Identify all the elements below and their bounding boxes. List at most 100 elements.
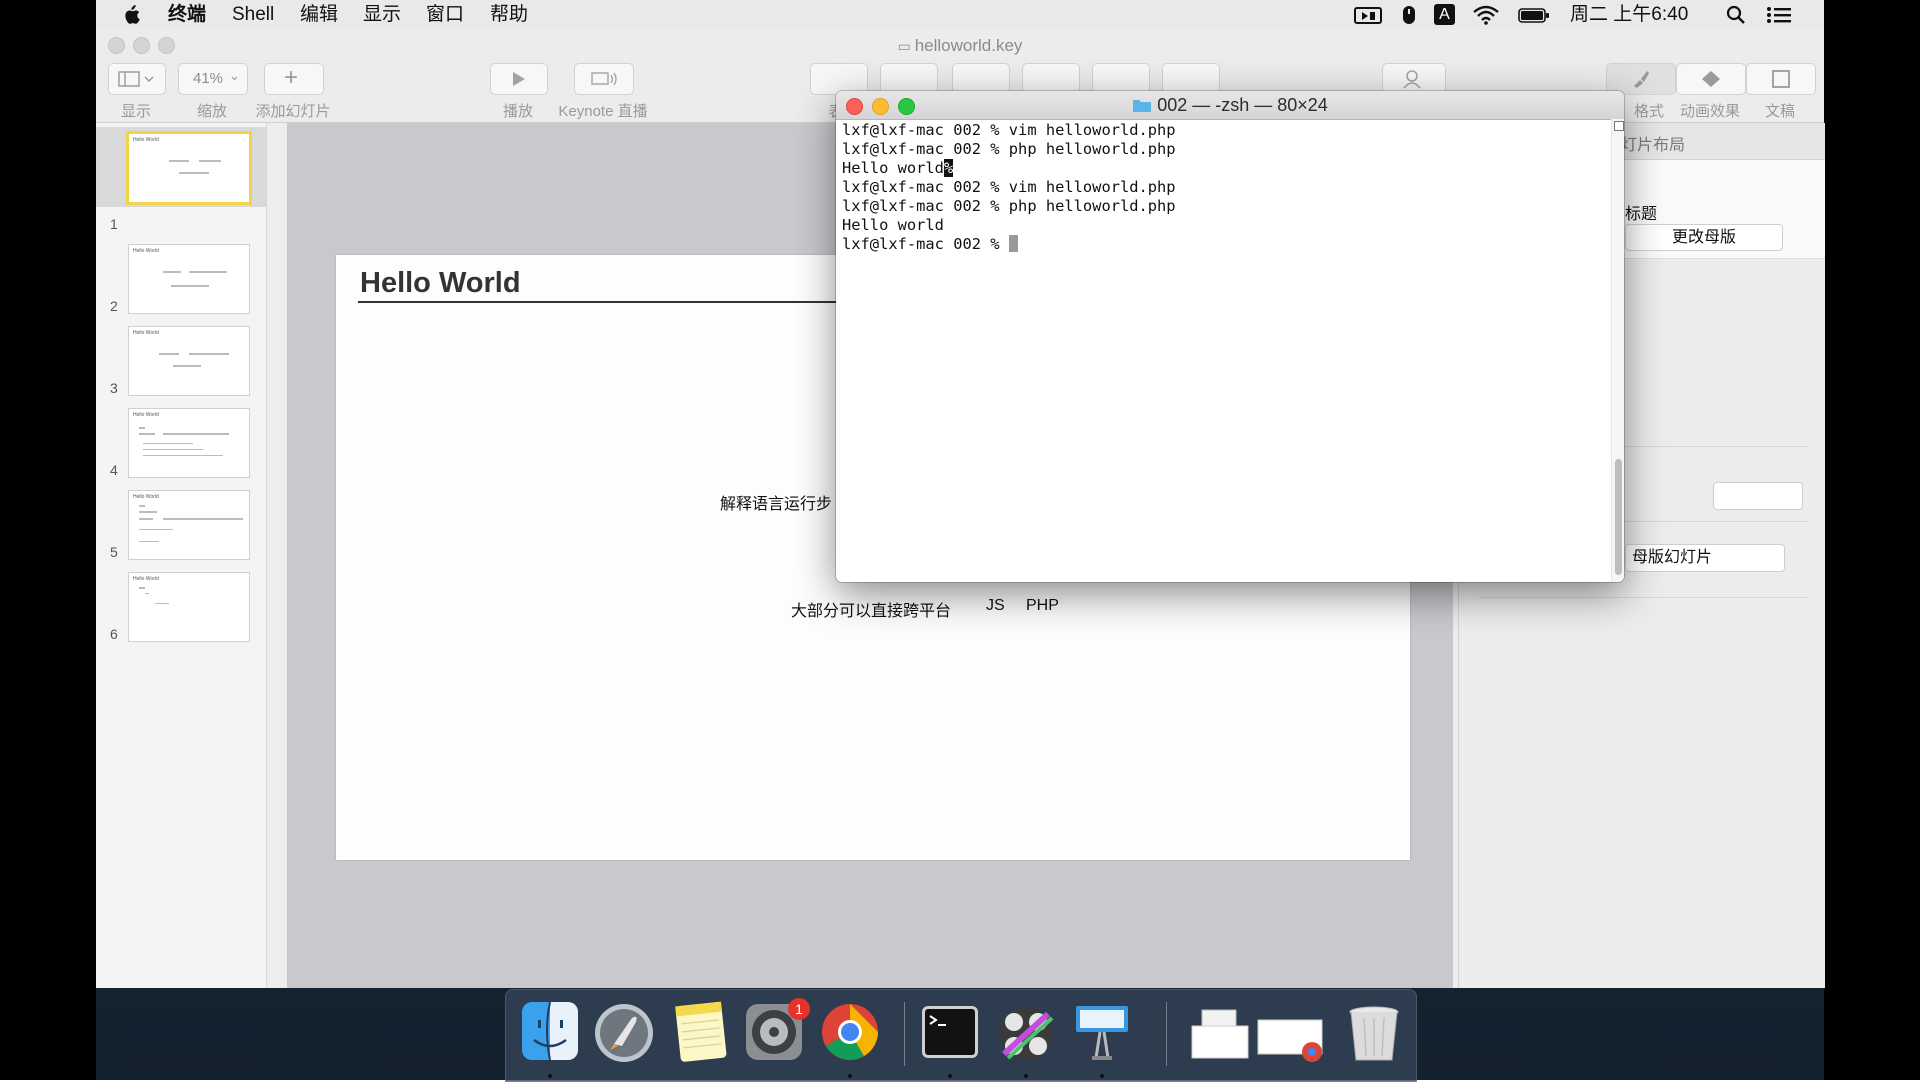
menubar-clock[interactable]: 周二 上午6:40 xyxy=(1570,3,1688,27)
notification-center-icon[interactable] xyxy=(1766,5,1792,25)
thumbnail-text xyxy=(179,172,209,174)
menu-view[interactable]: 显示 xyxy=(363,3,401,27)
apple-menu-icon[interactable] xyxy=(122,5,140,25)
menu-terminal[interactable]: 终端 xyxy=(168,3,206,27)
letterbox-right xyxy=(1824,0,1920,1080)
menu-bar: 终端 Shell 编辑 显示 窗口 帮助 A 周二 上午6:40 xyxy=(96,0,1824,31)
slide-number: 4 xyxy=(110,462,118,478)
keynote-document-icon: ▭ xyxy=(897,38,915,54)
thumbnail-text xyxy=(143,443,193,444)
screen-record-icon[interactable] xyxy=(1354,5,1382,25)
thumbnail-text xyxy=(163,433,229,435)
documents-stack-icon[interactable] xyxy=(1188,1000,1252,1064)
slide-number: 2 xyxy=(110,298,118,314)
downloads-stack-icon[interactable] xyxy=(1256,1000,1326,1064)
thumbnail-text xyxy=(169,160,189,162)
spotlight-search-icon[interactable] xyxy=(1726,5,1746,25)
terminal-title: 002 — -zsh — 80×24 xyxy=(836,95,1624,116)
view-sidebar-icon xyxy=(118,71,154,87)
chrome-icon[interactable] xyxy=(818,1000,882,1064)
slide-navigator: 1 Hello World 2 Hello World 3 Hello Worl… xyxy=(96,123,267,988)
zoom-label: 缩放 xyxy=(196,103,227,120)
terminal-line: lxf@lxf-mac 002 % php helloworld.php xyxy=(842,140,1176,158)
dock-separator xyxy=(904,1002,905,1066)
chevron-down-icon: ⌄ xyxy=(229,68,240,83)
no-newline-marker: % xyxy=(943,159,954,177)
menu-shell[interactable]: Shell xyxy=(232,3,274,27)
slide-text-php[interactable]: PHP xyxy=(1026,597,1059,615)
menu-window[interactable]: 窗口 xyxy=(426,3,464,27)
slide-text-cross-platform[interactable]: 大部分可以直接跨平台 xyxy=(791,597,951,621)
terminal-icon[interactable] xyxy=(918,1000,982,1064)
format-brush-icon xyxy=(1634,71,1649,88)
thumbnail-text xyxy=(139,529,173,530)
menu-help[interactable]: 帮助 xyxy=(490,3,528,27)
keynote-live-icon xyxy=(591,72,617,86)
master-slides-button[interactable]: 母版幻灯片 xyxy=(1625,544,1785,572)
add-slide-button[interactable]: + xyxy=(264,63,324,95)
animate-tab-button[interactable] xyxy=(1676,63,1746,95)
running-indicator xyxy=(848,1074,852,1078)
thumbnail-text xyxy=(139,427,145,429)
slide-thumbnail[interactable]: Hello World xyxy=(128,572,250,642)
running-indicator xyxy=(548,1074,552,1078)
add-slide-label: 添加幻灯片 xyxy=(255,103,331,120)
slide-text-js[interactable]: JS xyxy=(986,597,1005,615)
notes-icon[interactable] xyxy=(668,1000,732,1064)
terminal-titlebar[interactable]: 002 — -zsh — 80×24 xyxy=(836,91,1624,120)
terminal-scrollbar[interactable] xyxy=(1611,119,1624,582)
view-button[interactable] xyxy=(108,63,166,95)
keynote-live-button[interactable] xyxy=(574,63,634,95)
inspector-input[interactable] xyxy=(1713,482,1803,510)
slide-text-interpreted[interactable]: 解释语言运行步 xyxy=(720,490,832,514)
play-button[interactable] xyxy=(490,63,548,95)
slide-thumbnail[interactable]: Hello World xyxy=(128,244,250,314)
animate-label: 动画效果 xyxy=(1679,103,1740,120)
change-master-button[interactable]: 更改母版 xyxy=(1625,224,1783,251)
mouse-icon[interactable] xyxy=(1402,5,1416,25)
document-tab-button[interactable] xyxy=(1746,63,1816,95)
thumbnail-text xyxy=(163,518,243,520)
input-method-indicator[interactable]: A xyxy=(1434,4,1455,25)
keynote-live-label: Keynote 直播 xyxy=(558,103,648,120)
battery-icon[interactable] xyxy=(1518,5,1550,25)
finder-icon[interactable] xyxy=(518,1000,582,1064)
trash-icon[interactable] xyxy=(1342,1000,1406,1064)
thumbnail-title: Hello World xyxy=(133,412,159,418)
terminal-line: Hello world xyxy=(842,216,944,234)
thumbnail-text xyxy=(139,433,155,435)
thumbnail-title: Hello World xyxy=(133,330,159,336)
terminal-window[interactable]: 002 — -zsh — 80×24 lxf@lxf-mac 002 % vim… xyxy=(836,91,1624,582)
zoom-value: 41% xyxy=(193,70,224,87)
running-indicator xyxy=(1024,1074,1028,1078)
split-pane-icon[interactable] xyxy=(1614,121,1624,131)
play-icon xyxy=(513,72,525,86)
thumbnail-text xyxy=(139,505,145,507)
wifi-icon[interactable] xyxy=(1472,5,1500,25)
letterbox-left xyxy=(0,0,96,1080)
dock-separator xyxy=(1166,1002,1167,1066)
slide-number: 1 xyxy=(110,216,118,232)
dock: 1 xyxy=(505,989,1417,1082)
scrollbar-thumb[interactable] xyxy=(1615,459,1622,575)
running-indicator xyxy=(948,1074,952,1078)
slide-thumbnail[interactable]: Hello World xyxy=(128,326,250,396)
zoom-dropdown[interactable]: 41% ⌄ xyxy=(178,63,248,95)
slide-title[interactable]: Hello World xyxy=(360,267,521,300)
thumbnail-text xyxy=(145,593,149,594)
menu-edit[interactable]: 编辑 xyxy=(300,3,338,27)
thumbnail-text xyxy=(189,353,229,355)
keynote-icon[interactable] xyxy=(1070,1000,1134,1064)
terminal-line: lxf@lxf-mac 002 % vim helloworld.php xyxy=(842,178,1176,196)
view-label: 显示 xyxy=(120,103,151,120)
terminal-output[interactable]: lxf@lxf-mac 002 % vim helloworld.php lxf… xyxy=(842,121,1602,576)
thumbnail-text xyxy=(199,160,221,162)
slide-thumbnail[interactable]: Hello World xyxy=(128,490,250,560)
thumbnail-text xyxy=(139,541,159,542)
photo-booth-icon[interactable] xyxy=(994,1000,1058,1064)
slide-thumbnail[interactable]: Hello World xyxy=(126,131,252,205)
launchpad-icon[interactable] xyxy=(592,1000,656,1064)
notification-badge: 1 xyxy=(788,998,810,1020)
slide-thumbnail[interactable]: Hello World xyxy=(128,408,250,478)
thumbnail-text xyxy=(159,353,179,355)
